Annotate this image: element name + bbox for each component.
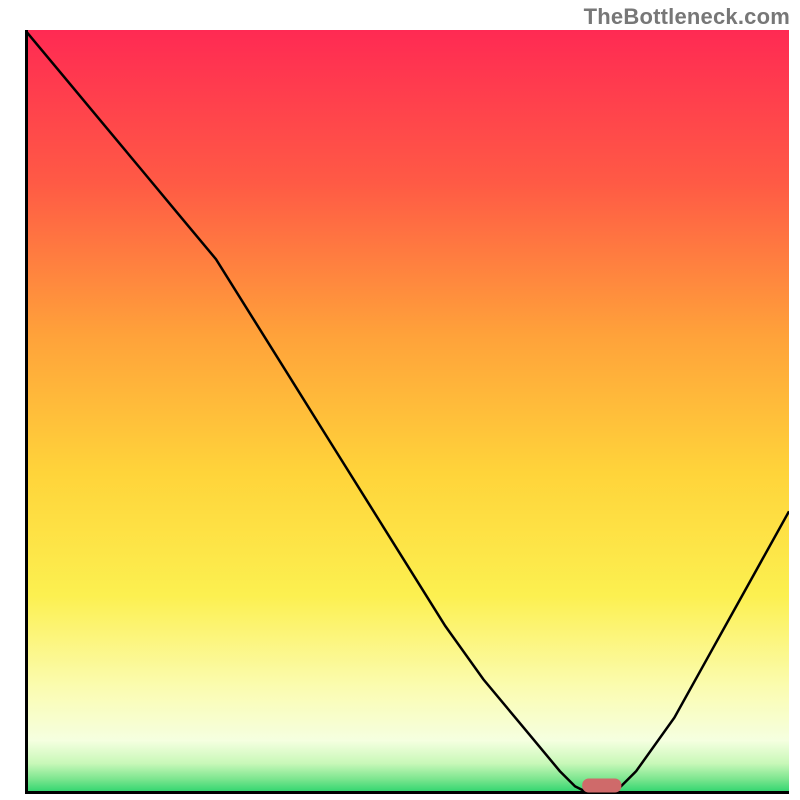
background-gradient xyxy=(25,30,789,794)
bottleneck-chart-svg xyxy=(25,30,789,794)
attribution-label: TheBottleneck.com xyxy=(584,4,790,30)
plot-area xyxy=(25,30,789,794)
chart-frame: TheBottleneck.com xyxy=(0,0,800,800)
optimal-marker xyxy=(583,779,621,792)
